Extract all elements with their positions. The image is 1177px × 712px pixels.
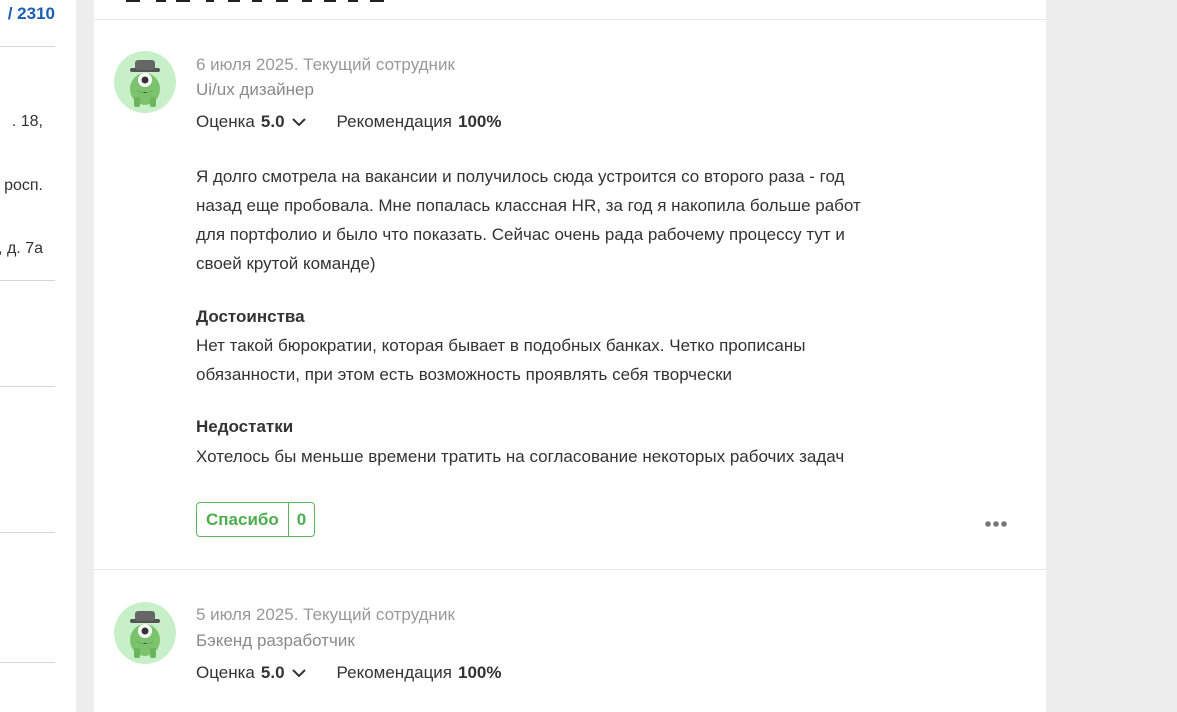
pros-text: Нет такой бюрократии, которая бывает в п… xyxy=(196,331,896,389)
sidebar-divider xyxy=(0,386,55,387)
review-date-status: 6 июля 2025. Текущий сотрудник xyxy=(196,55,455,74)
left-sidebar: / 2310 . 18, росп. , д. 7а xyxy=(0,0,76,712)
review-divider xyxy=(94,569,1046,570)
recommend-label: Рекомендация xyxy=(336,663,453,682)
cons-text: Хотелось бы меньше времени тратить на со… xyxy=(196,442,896,471)
review-text: Я долго смотрела на вакансии и получилос… xyxy=(196,162,896,278)
recommend-label: Рекомендация xyxy=(336,112,453,131)
thanks-label[interactable]: Спасибо xyxy=(197,503,288,536)
review-text-line: Я долго смотрела на вакансии и получилос… xyxy=(196,167,845,186)
pros-line: обязанности, при этом есть возможность п… xyxy=(196,365,733,384)
pros-heading: Достоинства xyxy=(196,307,305,326)
sidebar-link[interactable]: / 2310 xyxy=(8,4,55,24)
review-rating-row: Оценка 5.0 Рекомендация 100% xyxy=(196,663,502,683)
review-text-line: назад еще пробовала. Мне попалась классн… xyxy=(196,196,861,215)
chevron-down-icon[interactable] xyxy=(291,665,307,681)
review-rating-row: Оценка 5.0 Рекомендация 100% xyxy=(196,112,502,132)
pros-line: Нет такой бюрократии, которая бывает в п… xyxy=(196,336,806,355)
avatar-mascot-icon xyxy=(114,602,176,664)
rating-label: Оценка xyxy=(196,112,255,131)
thanks-count[interactable]: 0 xyxy=(287,503,314,536)
divider xyxy=(94,19,1046,20)
sidebar-divider xyxy=(0,280,55,281)
sidebar-divider xyxy=(0,46,55,47)
sidebar-address-text: росп. xyxy=(4,177,43,194)
rating-label: Оценка xyxy=(196,663,255,682)
rating-value[interactable]: 5.0 xyxy=(261,663,285,683)
sidebar-address-text: , д. 7а xyxy=(0,240,43,257)
clipped-heading xyxy=(116,0,416,4)
cons-line: Хотелось бы меньше времени тратить на со… xyxy=(196,447,845,466)
review-text-line: своей крутой команде) xyxy=(196,254,376,273)
thanks-button[interactable]: Спасибо 0 xyxy=(196,502,316,537)
sidebar-address-text: . 18, xyxy=(11,113,43,130)
review-date-status: 5 июля 2025. Текущий сотрудник xyxy=(196,605,455,624)
sidebar-divider xyxy=(0,532,55,533)
recommend-value: 100% xyxy=(458,112,502,131)
sidebar-divider xyxy=(0,662,55,663)
recommend-value: 100% xyxy=(458,663,502,682)
rating-value[interactable]: 5.0 xyxy=(261,112,285,132)
avatar-mascot-icon xyxy=(114,51,176,113)
cons-heading: Недостатки xyxy=(196,417,294,436)
chevron-down-icon[interactable] xyxy=(291,114,307,130)
review-text-line: для портфолио и было что показать. Сейча… xyxy=(196,225,845,244)
review-position: Бэкенд разработчик xyxy=(196,631,355,650)
review-position: Ui/ux дизайнер xyxy=(196,80,314,99)
more-options-icon[interactable] xyxy=(984,516,1008,527)
reviews-panel: 6 июля 2025. Текущий сотрудник Ui/ux диз… xyxy=(94,0,1046,712)
